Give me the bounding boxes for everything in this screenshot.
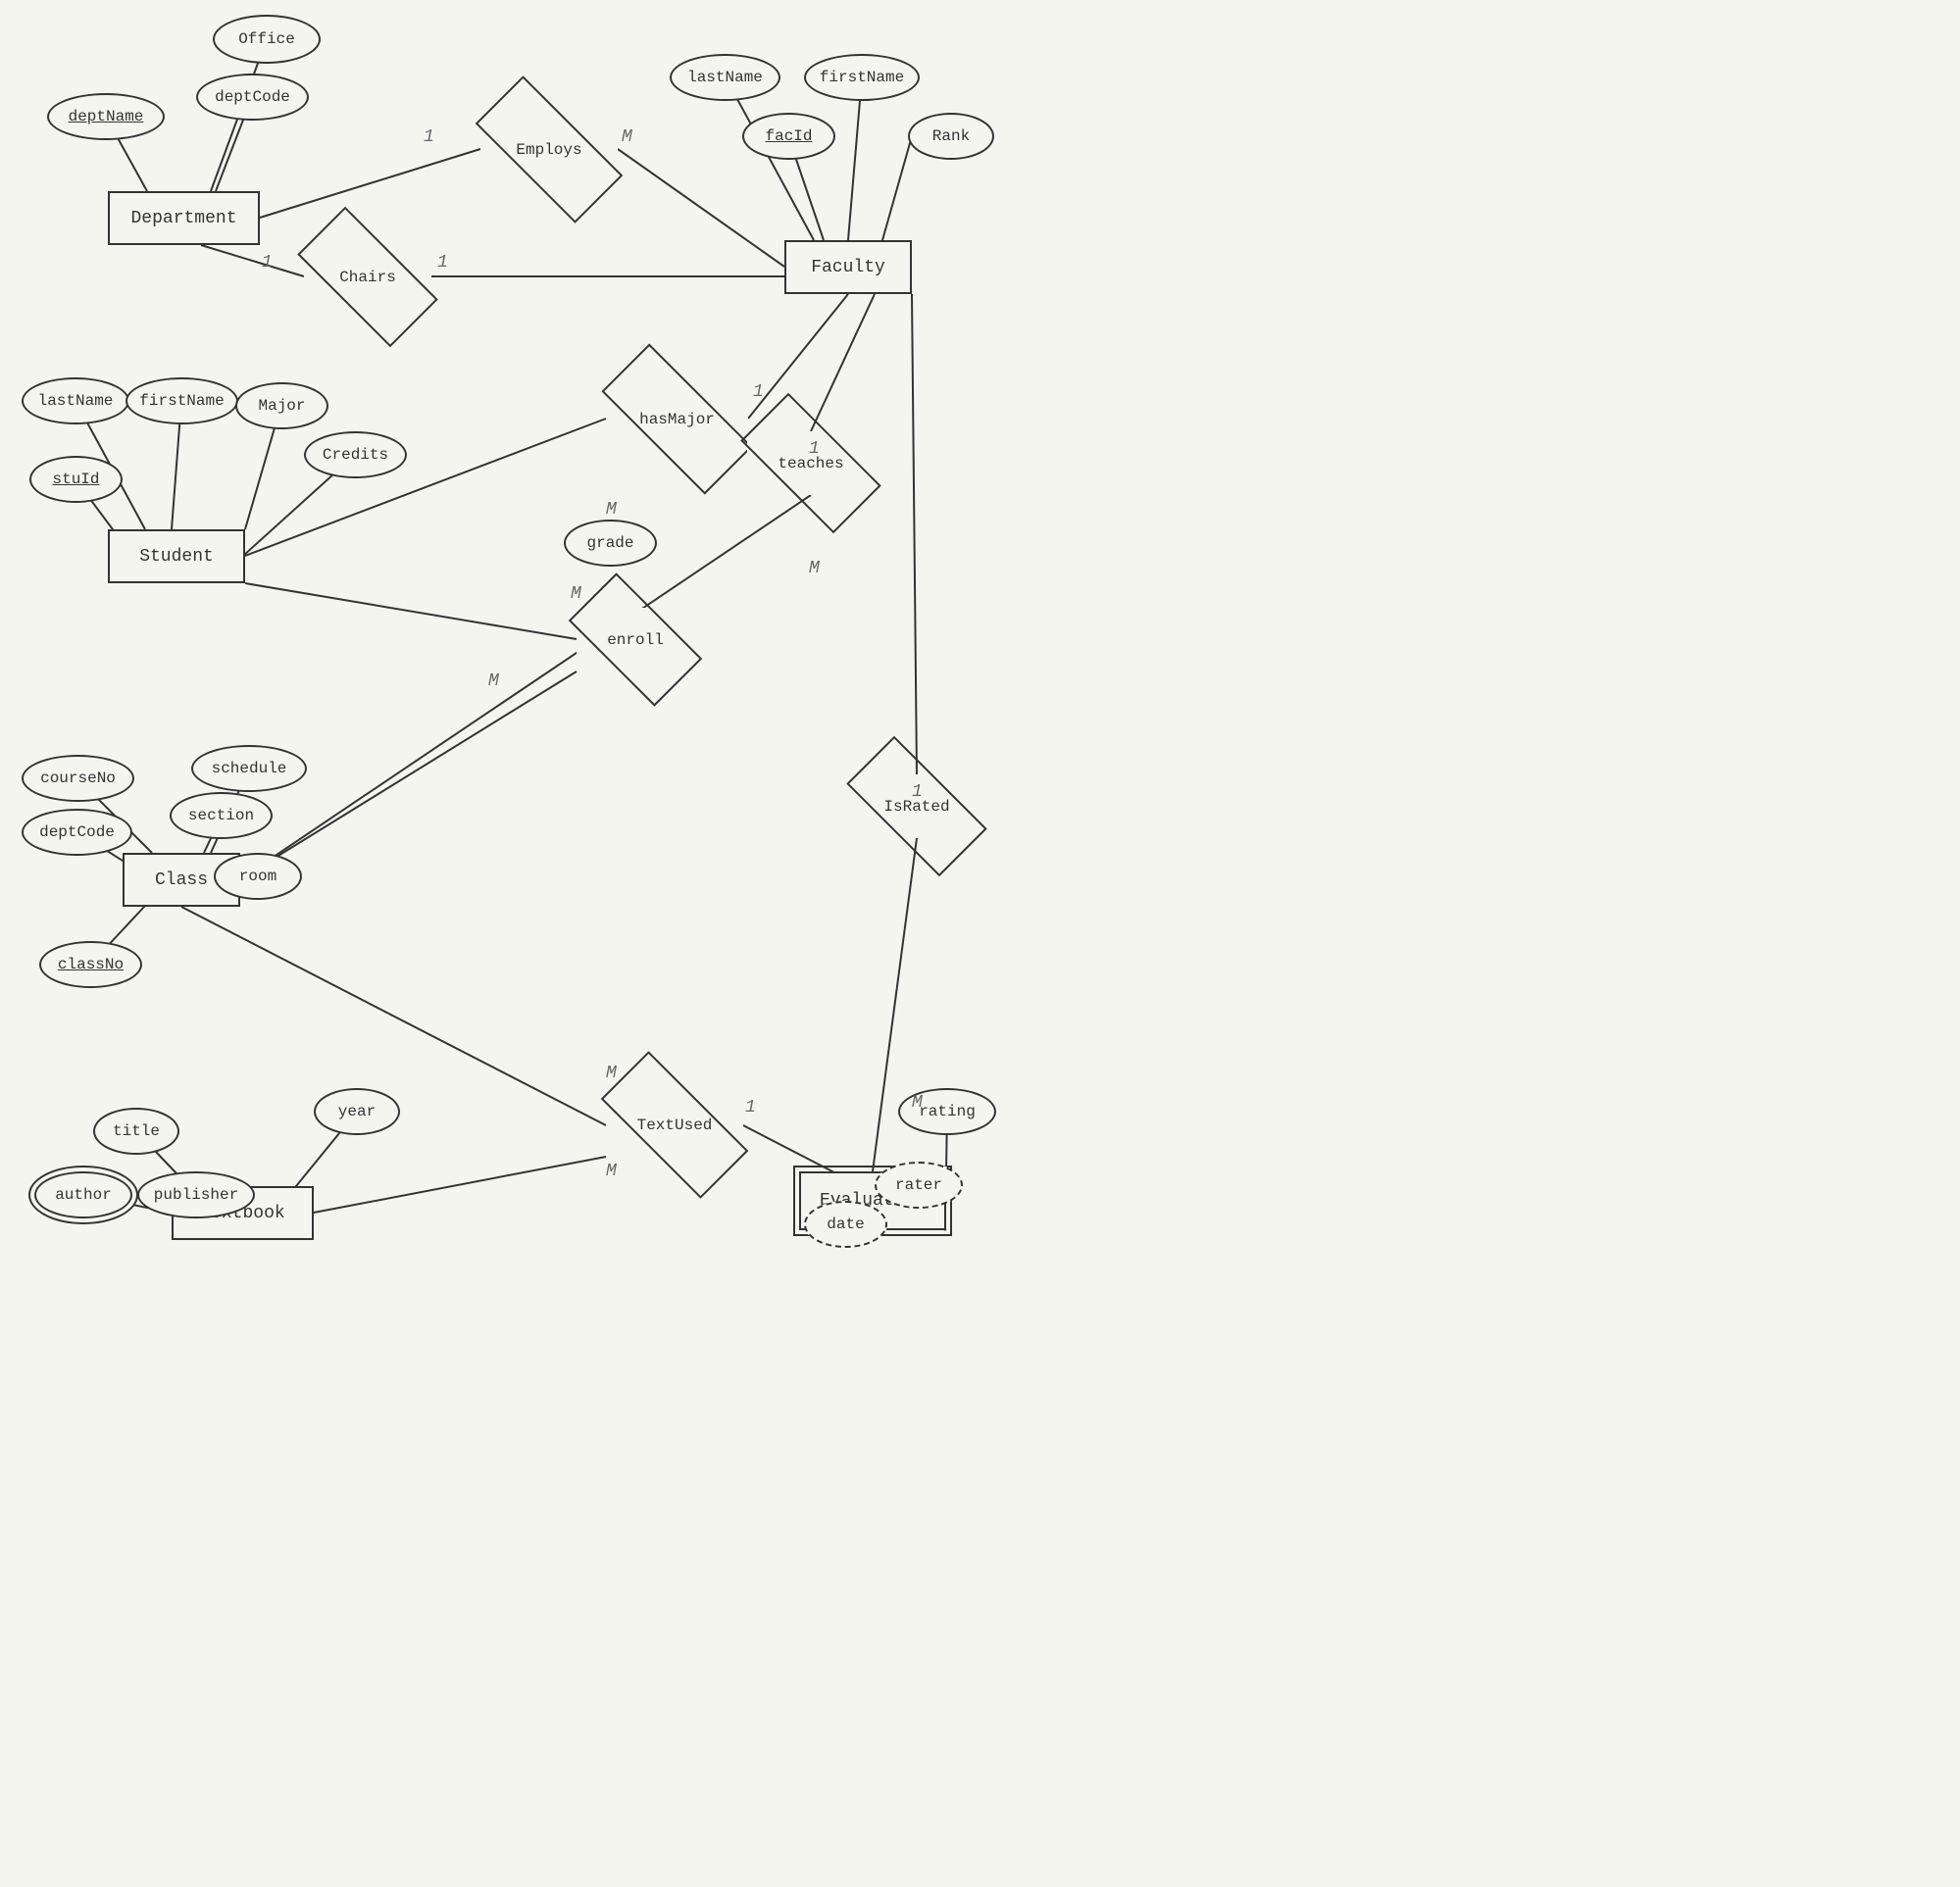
attr-grade-label: grade xyxy=(586,534,633,552)
cardinality-chairs-fac: 1 xyxy=(437,253,448,273)
attr-stuid: stuId xyxy=(29,456,123,503)
rel-employs: Employs xyxy=(480,118,618,181)
cardinality-chairs-dept: 1 xyxy=(262,253,273,273)
attr-facid: facId xyxy=(742,113,835,160)
attr-room-label: room xyxy=(239,868,276,885)
attr-publisher: publisher xyxy=(137,1171,255,1218)
cardinality-textused-eval: 1 xyxy=(745,1098,756,1117)
rel-hasmajor: hasMajor xyxy=(606,387,748,451)
rel-textused: TextUsed xyxy=(606,1093,743,1157)
attr-facid-label: facId xyxy=(765,127,812,145)
attr-deptcode-label: deptCode xyxy=(215,88,290,106)
attr-fac-firstname-label: firstName xyxy=(820,69,904,86)
attr-title: title xyxy=(93,1108,179,1155)
attr-grade: grade xyxy=(564,520,657,567)
attr-year-label: year xyxy=(338,1103,376,1120)
attr-classno-label: classNo xyxy=(58,956,124,973)
rel-enroll: enroll xyxy=(577,608,694,671)
attr-classno: classNo xyxy=(39,941,142,988)
entity-faculty: Faculty xyxy=(784,240,912,294)
er-diagram: Department Student Class Textbook Facult… xyxy=(0,0,1078,1887)
attr-stu-firstname: firstName xyxy=(126,377,238,424)
entity-class-label: Class xyxy=(155,870,208,890)
attr-fac-lastname: lastName xyxy=(670,54,780,101)
rel-textused-label: TextUsed xyxy=(637,1117,713,1134)
attr-stu-lastname-label: lastName xyxy=(38,392,114,410)
attr-rank: Rank xyxy=(908,113,994,160)
attr-rater-label: rater xyxy=(895,1176,942,1194)
attr-publisher-label: publisher xyxy=(154,1186,238,1204)
rel-hasmajor-label: hasMajor xyxy=(639,411,715,428)
connections-svg xyxy=(0,0,1078,1887)
rel-teaches-label: teaches xyxy=(778,455,843,472)
attr-room: room xyxy=(214,853,302,900)
attr-author-label: author xyxy=(55,1186,112,1204)
cardinality-employs-m: M xyxy=(622,127,632,147)
attr-section: section xyxy=(170,792,273,839)
entity-department: Department xyxy=(108,191,260,245)
attr-title-label: title xyxy=(113,1122,160,1140)
attr-office: Office xyxy=(213,15,321,64)
rel-enroll-label: enroll xyxy=(607,631,664,649)
attr-deptcode: deptCode xyxy=(196,74,309,121)
attr-rating-label: rating xyxy=(919,1103,976,1120)
cardinality-israted-eval: M xyxy=(912,1093,923,1113)
rel-israted-label: IsRated xyxy=(883,798,949,816)
cardinality-hasmajor-fac: 1 xyxy=(753,382,764,402)
attr-year: year xyxy=(314,1088,400,1135)
attr-rank-label: Rank xyxy=(932,127,970,145)
rel-chairs: Chairs xyxy=(304,245,431,309)
attr-office-label: Office xyxy=(238,30,295,48)
entity-department-label: Department xyxy=(130,209,236,228)
attr-date-label: date xyxy=(827,1216,864,1233)
entity-student-label: Student xyxy=(139,547,214,567)
cardinality-teaches-class: M xyxy=(809,559,820,578)
cardinality-enroll-stu: M xyxy=(571,584,581,604)
rel-employs-label: Employs xyxy=(516,141,581,159)
attr-schedule: schedule xyxy=(191,745,307,792)
attr-section-label: section xyxy=(188,807,254,824)
attr-fac-lastname-label: lastName xyxy=(687,69,763,86)
cardinality-employs-1: 1 xyxy=(424,127,434,147)
attr-courseno-label: courseNo xyxy=(40,770,116,787)
attr-fac-firstname: firstName xyxy=(804,54,920,101)
attr-stu-firstname-label: firstName xyxy=(139,392,224,410)
attr-date: date xyxy=(804,1201,887,1248)
attr-stuid-label: stuId xyxy=(52,471,99,488)
entity-faculty-label: Faculty xyxy=(811,258,885,277)
entity-student: Student xyxy=(108,529,245,583)
attr-courseno: courseNo xyxy=(22,755,134,802)
attr-major-label: Major xyxy=(258,397,305,415)
attr-credits-label: Credits xyxy=(323,446,388,464)
attr-major: Major xyxy=(235,382,328,429)
cardinality-enroll-class: M xyxy=(488,671,499,691)
attr-class-deptcode-label: deptCode xyxy=(39,823,115,841)
attr-deptname: deptName xyxy=(47,93,165,140)
cardinality-textused-text: M xyxy=(606,1162,617,1181)
attr-rater: rater xyxy=(875,1162,963,1209)
attr-author: author xyxy=(34,1171,132,1218)
cardinality-hasmajor-stu: M xyxy=(606,500,617,520)
attr-stu-lastname: lastName xyxy=(22,377,129,424)
cardinality-textused-class: M xyxy=(606,1064,617,1083)
rel-chairs-label: Chairs xyxy=(339,269,396,286)
attr-credits: Credits xyxy=(304,431,407,478)
attr-schedule-label: schedule xyxy=(212,760,287,777)
attr-class-deptcode: deptCode xyxy=(22,809,132,856)
attr-deptname-label: deptName xyxy=(69,108,144,125)
